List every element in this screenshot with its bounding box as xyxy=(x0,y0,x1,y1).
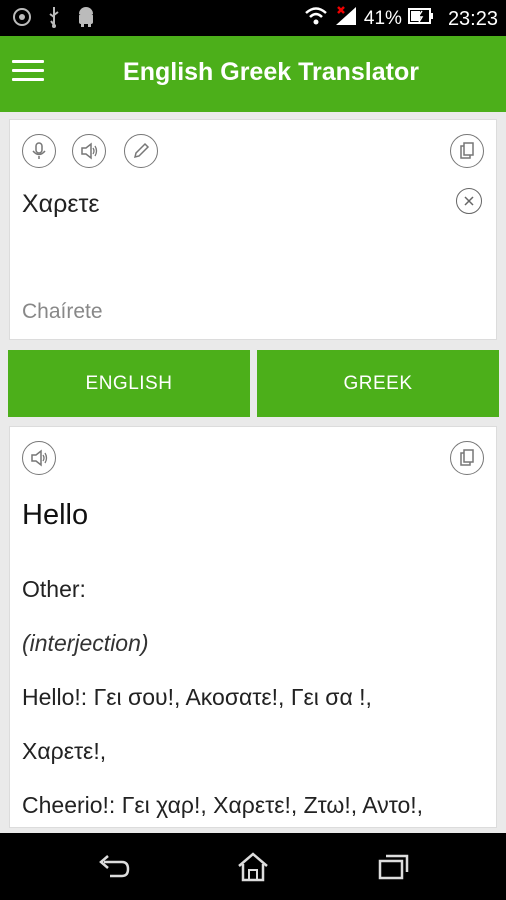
clear-icon[interactable] xyxy=(456,188,482,214)
detail-line: (interjection) xyxy=(22,630,149,656)
copy-icon[interactable] xyxy=(450,134,484,168)
detail-line: Other: xyxy=(22,576,86,602)
notification-icon xyxy=(12,7,32,32)
app-title: English Greek Translator xyxy=(123,58,419,86)
navigation-bar xyxy=(0,833,506,900)
pencil-icon[interactable] xyxy=(124,134,158,168)
translation-details: Other: (interjection) Hello!: Γει σου!, … xyxy=(22,575,492,827)
input-card: Χαρετε Chaírete xyxy=(9,119,497,340)
back-icon[interactable] xyxy=(94,851,134,883)
transliteration-text: Chaírete xyxy=(22,300,103,323)
detail-line: Χαρετε!, xyxy=(22,738,107,764)
detail-line: Hello!: Γει σου!, Ακοσατε!, Γει σα !, xyxy=(22,684,372,710)
android-icon xyxy=(76,6,96,33)
target-language-button[interactable]: GREEK xyxy=(257,350,499,417)
usb-icon xyxy=(46,6,62,33)
microphone-icon[interactable] xyxy=(22,134,56,168)
input-text[interactable]: Χαρετε xyxy=(22,190,100,219)
detail-line: Cheerio!: Γει χαρ!, Χαρετε!, Ζτω!, Αντο!… xyxy=(22,792,424,818)
copy-icon[interactable] xyxy=(450,441,484,475)
recents-icon[interactable] xyxy=(374,851,414,883)
battery-icon xyxy=(407,8,434,30)
speaker-icon[interactable] xyxy=(72,134,106,168)
wifi-icon xyxy=(304,6,328,32)
output-card: Hello Other: (interjection) Hello!: Γει … xyxy=(9,426,497,828)
home-icon[interactable] xyxy=(233,851,273,883)
speaker-icon[interactable] xyxy=(22,441,56,475)
battery-percent: 41% xyxy=(363,8,402,29)
source-language-button[interactable]: ENGLISH xyxy=(8,350,250,417)
status-bar: 41% 23:23 xyxy=(0,0,506,36)
app-bar: English Greek Translator xyxy=(0,36,506,112)
translation-result: Hello xyxy=(22,499,89,531)
clock: 23:23 xyxy=(447,7,498,30)
signal-icon xyxy=(334,5,358,33)
